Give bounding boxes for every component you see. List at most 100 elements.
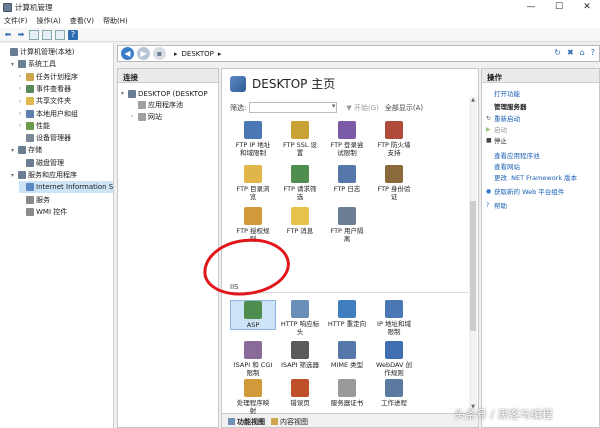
connection-item-label: 网站 bbox=[148, 112, 162, 121]
feature-tile[interactable]: ISAPI 和 CGI 限制 bbox=[230, 341, 276, 377]
feature-tile[interactable]: 处理程序映 射 bbox=[230, 379, 276, 415]
feature-tile[interactable]: HTTP 响应标 头 bbox=[277, 300, 323, 336]
tree-item[interactable]: › 本地用户和组 bbox=[19, 108, 78, 120]
tree-node-icon bbox=[26, 72, 34, 81]
feature-tile[interactable]: 工作进程 bbox=[371, 379, 417, 407]
feature-icon bbox=[291, 341, 309, 359]
feature-tile[interactable]: HTTP 重定向 bbox=[324, 300, 370, 328]
expand-arrow-icon[interactable]: › bbox=[131, 113, 138, 120]
connection-item[interactable]: › 网站 bbox=[131, 111, 162, 122]
expand-arrow-icon[interactable]: ▾ bbox=[121, 90, 128, 97]
feature-label: FTP 用户隔 离 bbox=[330, 227, 364, 243]
back-arrow-icon[interactable]: ⬅ bbox=[3, 30, 13, 40]
feature-tile[interactable]: FTP SSL 设 置 bbox=[277, 121, 323, 157]
feature-tile[interactable]: 服务器证书 bbox=[324, 379, 370, 407]
action-item[interactable]: ■ 停止 bbox=[486, 135, 507, 146]
tree-item[interactable]: ▾ 系统工具 bbox=[11, 58, 56, 70]
feature-icon bbox=[338, 121, 356, 139]
go-button[interactable]: ▼ 开始(G) bbox=[346, 103, 379, 113]
action-icon: ▶ bbox=[486, 125, 491, 133]
tree-item[interactable]: 计算机管理(本地) bbox=[3, 46, 74, 58]
actions-header: 操作 bbox=[482, 69, 599, 83]
action-item[interactable]: ? 帮助 bbox=[486, 200, 507, 211]
action-item[interactable]: 查看网站 bbox=[486, 161, 520, 171]
tree-item[interactable]: ▾ 服务和应用程序 bbox=[11, 169, 77, 181]
feature-tile[interactable]: FTP 登录尝 试限制 bbox=[324, 121, 370, 157]
feature-tile[interactable]: IP 地址和域 限制 bbox=[371, 300, 417, 336]
feature-tile[interactable]: FTP 消息 bbox=[277, 207, 323, 235]
help-icon[interactable]: ? bbox=[68, 29, 78, 40]
feature-tile[interactable]: FTP 请求筛 选 bbox=[277, 165, 323, 201]
expand-arrow-icon[interactable]: › bbox=[19, 85, 26, 92]
expand-arrow-icon[interactable]: › bbox=[19, 73, 26, 80]
menu-action[interactable]: 操作(A) bbox=[37, 16, 61, 26]
server-home-icon bbox=[230, 75, 246, 92]
tab-content-view[interactable]: 内容视图 bbox=[271, 417, 308, 427]
feature-tile[interactable]: FTP 防火墙 支持 bbox=[371, 121, 417, 157]
tree-item[interactable]: 设备管理器 bbox=[19, 132, 71, 144]
feature-tile[interactable]: FTP 目录浏 览 bbox=[230, 165, 276, 201]
forward-arrow-icon[interactable]: ➡ bbox=[16, 30, 26, 40]
breadcrumb-desktop[interactable]: DESKTOP bbox=[182, 50, 214, 58]
connection-item[interactable]: ▾ DESKTOP (DESKTOP bbox=[121, 88, 208, 99]
nav-back-icon[interactable]: ◀ bbox=[121, 47, 134, 60]
action-item[interactable]: ↻ 重新启动 bbox=[486, 113, 520, 124]
tree-item[interactable]: Internet Information S bbox=[19, 181, 113, 194]
menu-help[interactable]: 帮助(H) bbox=[103, 16, 128, 26]
action-item[interactable]: 查看应用程序池 bbox=[486, 150, 540, 160]
nav-forward-icon[interactable]: ▶ bbox=[137, 47, 150, 60]
tree-item[interactable]: WMI 控件 bbox=[19, 206, 67, 218]
help-circle-icon[interactable]: ? bbox=[591, 48, 595, 57]
tree-item[interactable]: › 任务计划程序 bbox=[19, 71, 78, 83]
close-button[interactable]: ✕ bbox=[574, 0, 600, 14]
action-item[interactable]: ● 获取新的 Web 平台组件 bbox=[486, 186, 564, 197]
feature-tile[interactable]: MIME 类型 bbox=[324, 341, 370, 369]
feature-tile[interactable]: FTP 日志 bbox=[324, 165, 370, 193]
feature-tile[interactable]: ASP bbox=[230, 300, 276, 330]
menu-view[interactable]: 查看(V) bbox=[70, 16, 94, 26]
tab-features-view[interactable]: 功能视图 bbox=[228, 417, 265, 427]
menu-file[interactable]: 文件(F) bbox=[4, 16, 28, 26]
expand-arrow-icon[interactable]: ▾ bbox=[11, 172, 18, 179]
minimize-button[interactable]: — bbox=[518, 0, 544, 14]
list-view-icon[interactable] bbox=[42, 29, 52, 40]
feature-tile[interactable]: WebDAV 创 作规则 bbox=[371, 341, 417, 377]
expand-arrow-icon[interactable]: › bbox=[19, 98, 26, 105]
feature-tile[interactable]: ISAPI 筛选器 bbox=[277, 341, 323, 369]
tree-item[interactable]: › 共享文件夹 bbox=[19, 95, 71, 107]
refresh-icon[interactable]: ↻ bbox=[554, 48, 561, 57]
expand-arrow-icon[interactable]: ▾ bbox=[11, 61, 18, 68]
tree-item[interactable]: ▾ 存储 bbox=[11, 144, 42, 156]
properties-icon[interactable] bbox=[55, 29, 65, 40]
watermark: 头条号 / 黑客与编程 bbox=[454, 408, 553, 421]
features-scrollbar[interactable]: ▲ ▼ bbox=[469, 97, 477, 412]
expand-arrow-icon[interactable]: ▾ bbox=[11, 147, 18, 154]
feature-tile[interactable]: FTP 用户隔 离 bbox=[324, 207, 370, 243]
folder-icon[interactable] bbox=[29, 29, 39, 40]
tree-node-icon bbox=[26, 97, 34, 106]
show-all-button[interactable]: 全部显示(A) bbox=[385, 103, 423, 113]
maximize-button[interactable]: ☐ bbox=[546, 0, 572, 14]
tree-item[interactable]: 磁盘管理 bbox=[19, 157, 64, 169]
title-bar: 计算机管理 bbox=[0, 0, 600, 14]
action-item[interactable]: ▶ 启动 bbox=[486, 124, 507, 135]
tree-item[interactable]: 服务 bbox=[19, 194, 50, 206]
filter-label: 筛选: bbox=[230, 103, 247, 112]
feature-icon bbox=[385, 379, 403, 397]
page-title: DESKTOP 主页 bbox=[252, 77, 336, 91]
expand-arrow-icon[interactable]: › bbox=[19, 110, 26, 117]
tree-item[interactable]: › 性能 bbox=[19, 120, 50, 132]
feature-tile[interactable]: FTP 身份验 证 bbox=[371, 165, 417, 201]
tree-item[interactable]: › 事件查看器 bbox=[19, 83, 71, 95]
filter-input[interactable] bbox=[249, 102, 338, 113]
home-icon[interactable]: ⌂ bbox=[580, 48, 585, 57]
stop-icon[interactable]: ✖ bbox=[567, 48, 574, 57]
action-label: 查看应用程序池 bbox=[494, 152, 540, 160]
connection-item[interactable]: 应用程序池 bbox=[131, 100, 183, 111]
feature-tile[interactable]: FTP IP 地址 和域限制 bbox=[230, 121, 276, 157]
expand-arrow-icon[interactable]: › bbox=[19, 122, 26, 129]
action-item[interactable]: 打开功能 bbox=[486, 88, 520, 98]
action-item[interactable]: 更改 .NET Framework 版本 bbox=[486, 172, 577, 182]
feature-tile[interactable]: 错误页 bbox=[277, 379, 323, 407]
tree-node-icon bbox=[10, 48, 18, 56]
